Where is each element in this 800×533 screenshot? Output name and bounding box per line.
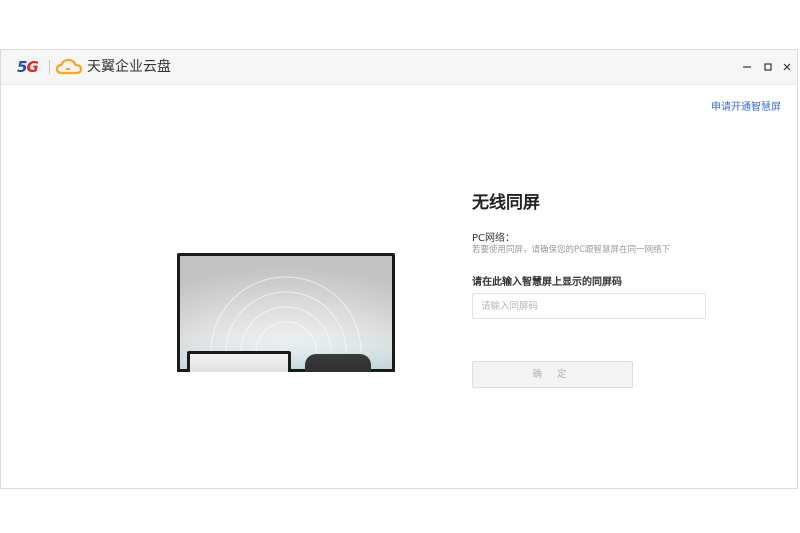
page-title: 无线同屏	[472, 193, 540, 213]
close-button[interactable]	[777, 57, 797, 77]
minimize-button[interactable]	[737, 57, 757, 77]
screen-cast-illustration-icon	[177, 253, 395, 372]
pc-network-hint: 若要使用同屏，请确保您的PC跟智慧屏在同一网络下	[472, 245, 671, 255]
cloud-logo-icon	[55, 58, 83, 75]
maximize-icon	[764, 63, 772, 71]
app-window: 5G 天翼企业云盘 申请开通智慧屏 无线同屏 PC网络： 若要使用同屏，请确保您…	[0, 49, 798, 489]
minimize-icon	[743, 66, 751, 68]
screen-code-label: 请在此输入智慧屏上显示的同屏码	[472, 277, 622, 288]
5g-logo: 5G	[17, 58, 39, 76]
apply-smart-screen-link[interactable]: 申请开通智慧屏	[711, 98, 781, 113]
confirm-button[interactable]: 确 定	[472, 361, 633, 388]
maximize-button[interactable]	[758, 57, 778, 77]
logo-divider	[49, 60, 50, 74]
pc-network-label: PC网络：	[472, 233, 516, 244]
screen-code-input[interactable]	[472, 293, 706, 319]
app-name: 天翼企业云盘	[87, 59, 171, 75]
title-bar: 5G 天翼企业云盘	[1, 50, 797, 85]
close-icon	[783, 63, 791, 71]
